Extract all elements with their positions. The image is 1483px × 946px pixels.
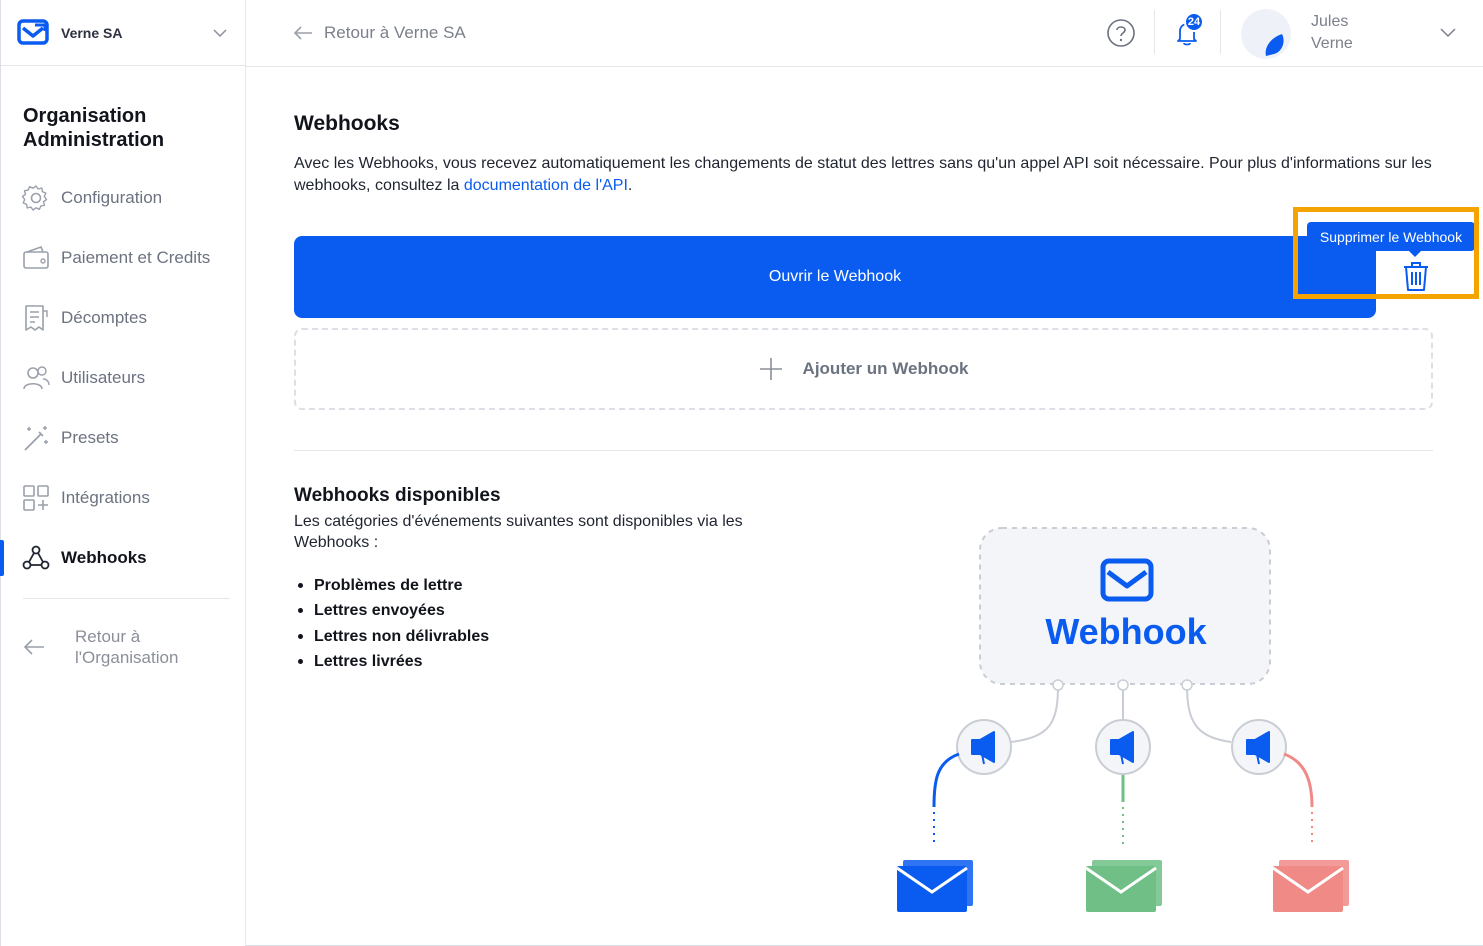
user-name[interactable]: Jules Verne <box>1311 11 1353 55</box>
open-webhook-button[interactable]: Ouvrir le Webhook <box>294 236 1376 318</box>
envelope-icon <box>1272 860 1349 912</box>
avatar[interactable] <box>1240 8 1292 60</box>
sidebar-item-label: Configuration <box>61 188 163 207</box>
arrow-left-icon <box>293 26 312 40</box>
org-switcher[interactable]: Verne SA <box>1 0 245 66</box>
sidebar-item-integrations[interactable]: Intégrations <box>1 468 245 528</box>
section-divider <box>294 450 1433 451</box>
list-item: Lettres envoyées <box>298 600 489 625</box>
sidebar-item-label: Paiement et Credits <box>61 248 211 267</box>
sidebar: Verne SA Organisation Administration Con… <box>0 0 246 946</box>
wallet-icon <box>23 245 49 269</box>
back-to-organisation-link[interactable]: Retour à l'Organisation <box>21 626 195 668</box>
back-to-organisation-label: Retour à l'Organisation <box>75 627 179 667</box>
page-title: Webhooks <box>294 112 400 135</box>
arrow-left-icon <box>23 639 44 655</box>
list-item: Problèmes de lettre <box>298 575 489 600</box>
sidebar-item-payment[interactable]: Paiement et Credits <box>1 228 245 288</box>
invoice-icon <box>25 305 48 331</box>
api-docs-link[interactable]: documentation de l'API <box>464 177 628 194</box>
sidebar-item-configuration[interactable]: Configuration <box>1 168 245 228</box>
chevron-down-icon[interactable] <box>1440 24 1456 40</box>
available-webhooks-title: Webhooks disponibles <box>294 485 501 506</box>
sidebar-item-label: Utilisateurs <box>61 368 146 387</box>
sidebar-item-label: Webhooks <box>61 548 147 567</box>
main-content: Webhooks Avec les Webhooks, vous recevez… <box>246 67 1483 946</box>
users-icon <box>23 366 50 390</box>
sidebar-item-statements[interactable]: Décomptes <box>1 288 245 348</box>
envelope-icon <box>1085 860 1162 912</box>
sidebar-item-users[interactable]: Utilisateurs <box>1 348 245 408</box>
notification-badge: 24 <box>1184 12 1204 32</box>
add-webhook-label: Ajouter un Webhook <box>802 359 969 378</box>
webhook-icon <box>22 545 50 570</box>
megaphone-icon <box>1231 719 1287 775</box>
sidebar-item-label: Intégrations <box>61 488 150 507</box>
org-name: Verne SA <box>61 24 123 41</box>
apps-grid-icon <box>23 485 49 511</box>
category-list: Problèmes de lettre Lettres envoyées Let… <box>298 575 489 676</box>
help-icon[interactable] <box>1106 18 1136 48</box>
chevron-down-icon <box>213 29 227 38</box>
sidebar-item-presets[interactable]: Presets <box>1 408 245 468</box>
illustration-label: Webhook <box>1045 611 1207 652</box>
envelope-icon <box>896 860 973 912</box>
add-webhook-button[interactable]: Ajouter un Webhook <box>294 328 1433 410</box>
megaphone-icon <box>956 719 1012 775</box>
sidebar-nav: Configuration Paiement et Credits Décomp… <box>0 168 245 588</box>
back-to-org-link[interactable]: Retour à Verne SA <box>292 22 466 44</box>
gear-icon <box>21 185 48 211</box>
app-logo-icon <box>17 18 49 45</box>
user-first-name: Jules <box>1311 13 1349 30</box>
sidebar-title: Organisation Administration <box>23 105 165 151</box>
back-to-org-label: Retour à Verne SA <box>324 23 466 42</box>
available-webhooks-desc: Les catégories d'événements suivantes so… <box>294 513 743 551</box>
intro-text: Avec les Webhooks, vous recevez automati… <box>294 153 1439 197</box>
list-item: Lettres livrées <box>298 651 489 676</box>
webhook-illustration: Webhook <box>896 527 1349 912</box>
sidebar-item-label: Presets <box>61 428 119 447</box>
intro-end: . <box>627 177 633 194</box>
focus-highlight <box>1293 207 1479 299</box>
sidebar-divider <box>23 598 230 599</box>
list-item: Lettres non délivrables <box>298 626 489 651</box>
sidebar-item-webhooks[interactable]: Webhooks <box>0 528 245 588</box>
magic-wand-icon <box>24 426 48 451</box>
plus-icon <box>759 358 782 380</box>
user-last-name: Verne <box>1311 35 1353 52</box>
megaphone-icon <box>1095 719 1151 775</box>
topbar-divider <box>1220 10 1221 54</box>
topbar-divider <box>1154 10 1155 54</box>
sidebar-item-label: Décomptes <box>61 308 147 327</box>
topbar: Retour à Verne SA 24 Jules Verne <box>246 0 1483 67</box>
